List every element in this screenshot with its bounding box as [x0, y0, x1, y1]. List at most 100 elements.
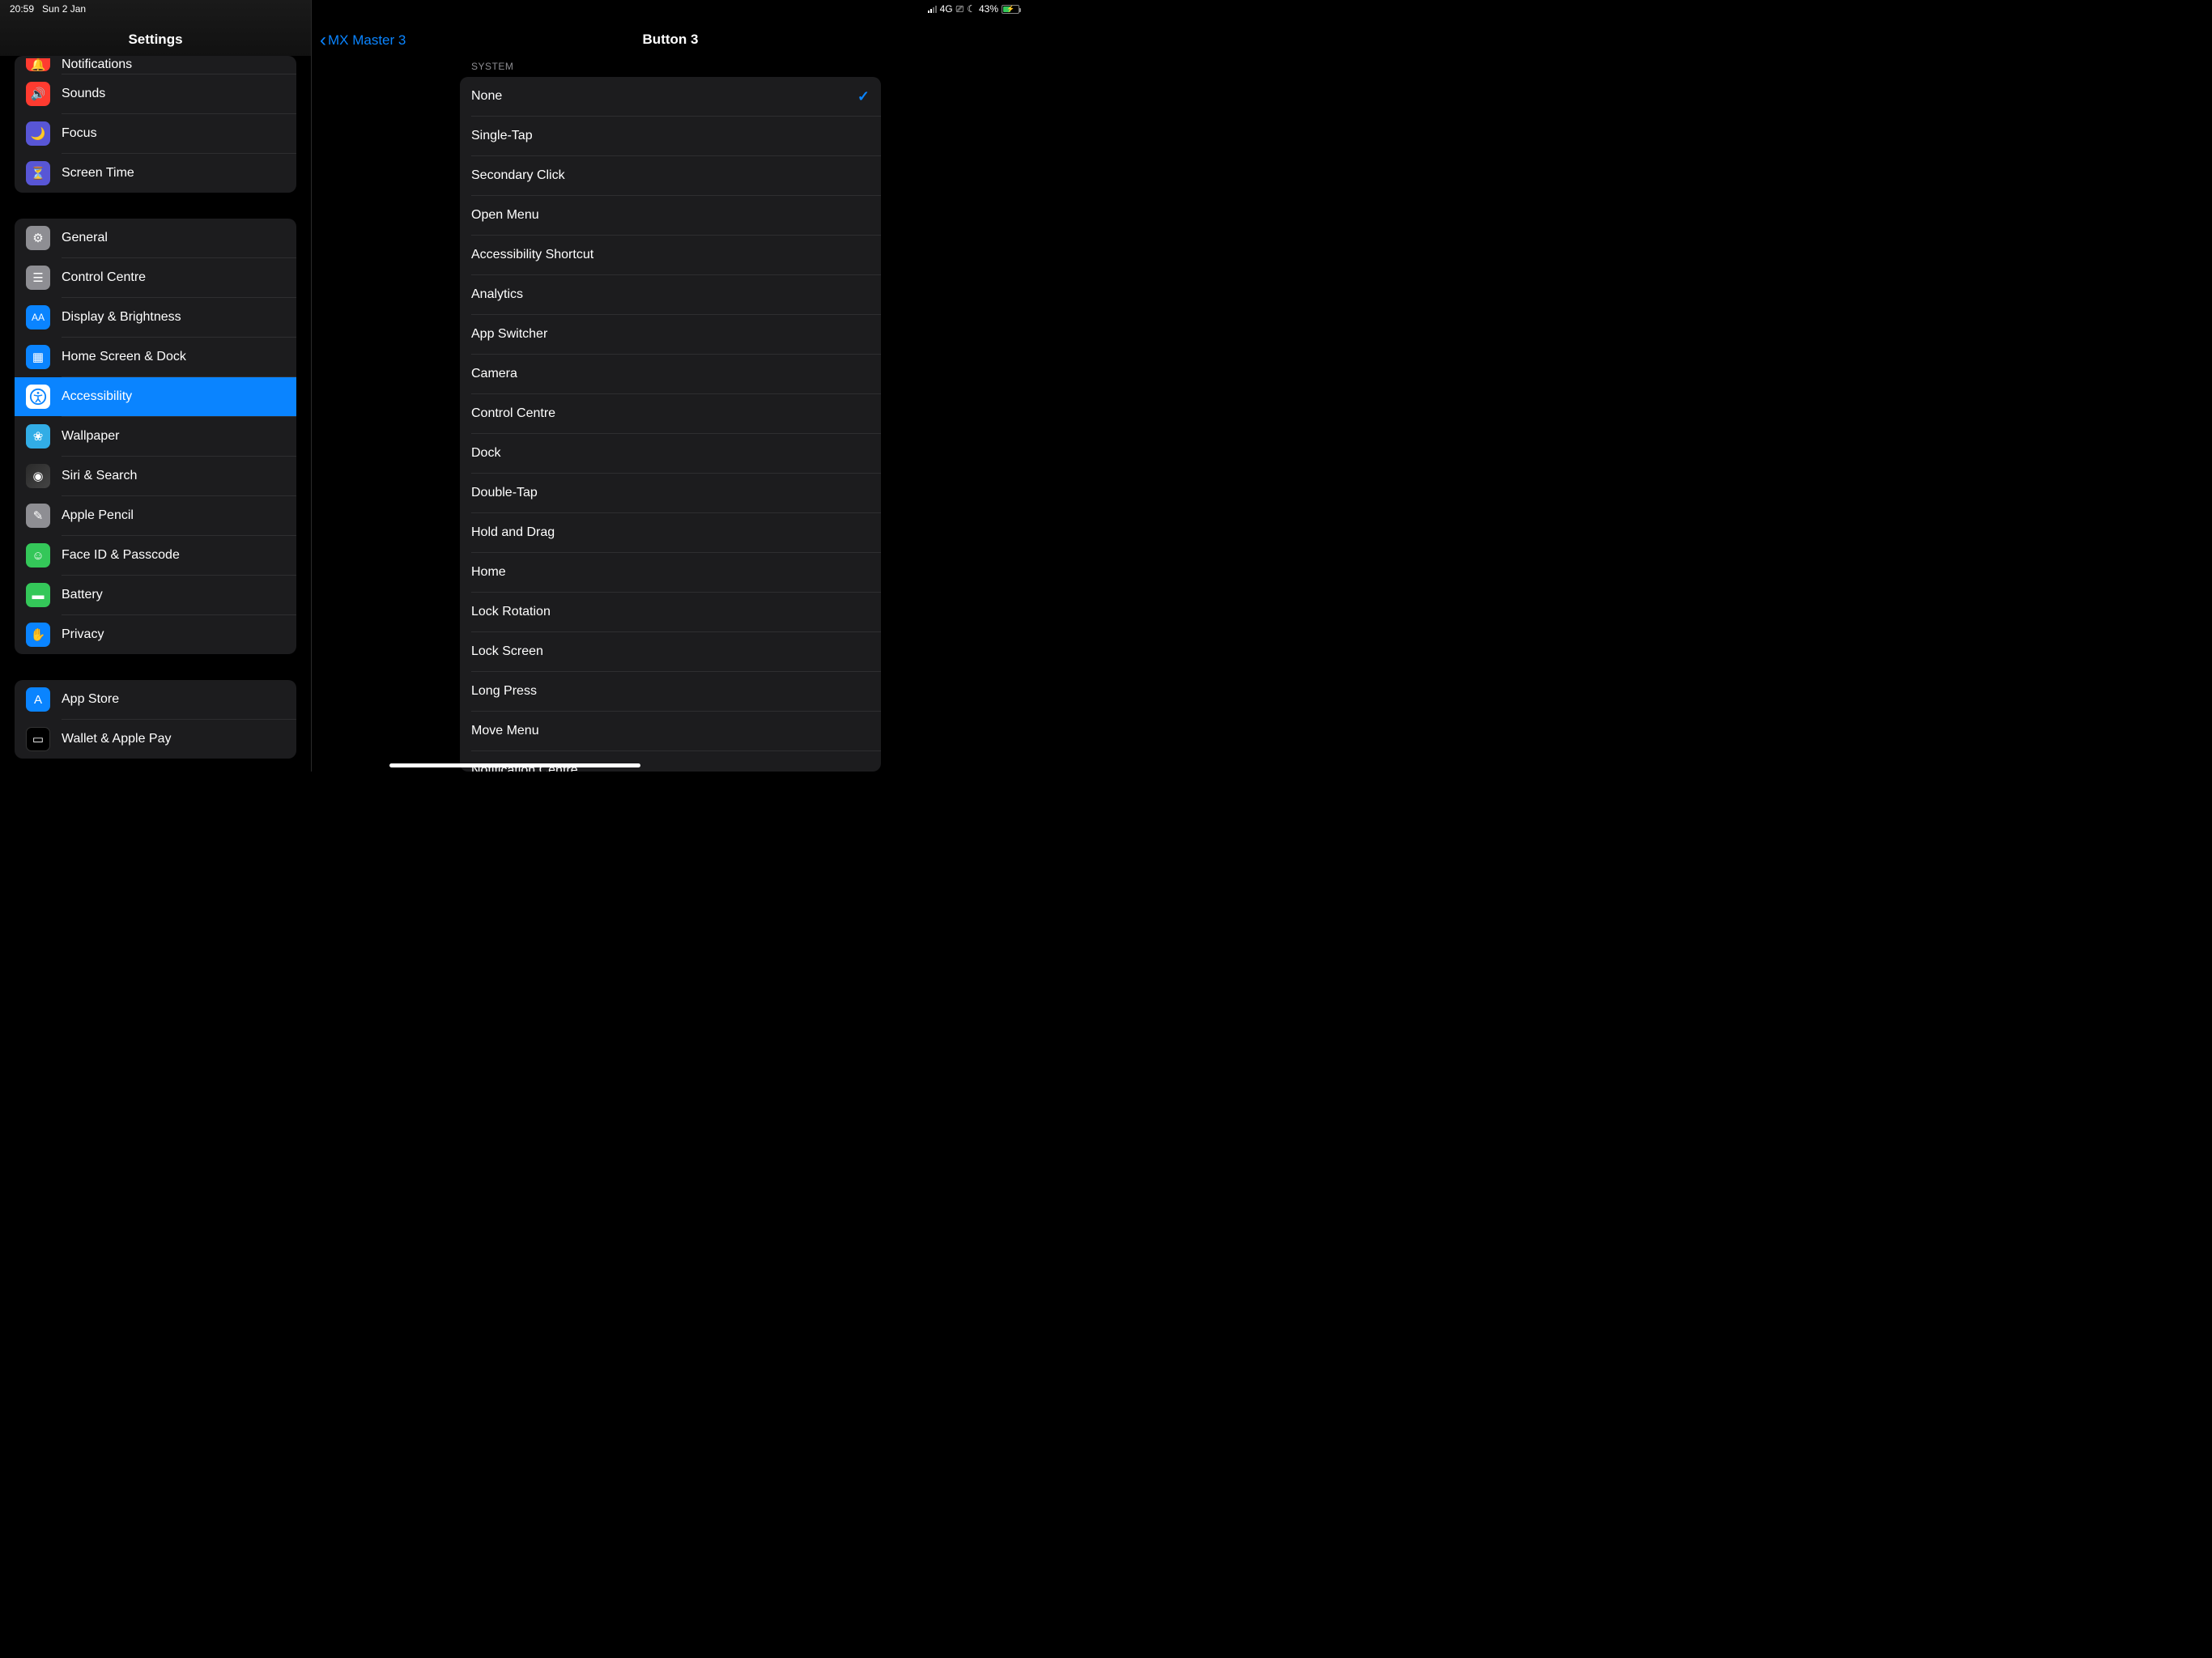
sidebar-item-label: General [62, 231, 108, 245]
option-single-tap[interactable]: Single-Tap [460, 117, 881, 155]
option-label: Double-Tap [471, 486, 538, 500]
section-header: SYSTEM [460, 56, 881, 77]
option-notification-centre[interactable]: Notification Centre [460, 751, 881, 772]
screen-time-icon: ⏳ [26, 161, 50, 185]
sidebar-item-label: Focus [62, 126, 97, 141]
sidebar-item-label: Face ID & Passcode [62, 548, 180, 563]
sidebar-item-label: Battery [62, 588, 103, 602]
sidebar-item-display-brightness[interactable]: AA Display & Brightness [15, 298, 296, 337]
back-button[interactable]: ‹ MX Master 3 [320, 31, 406, 50]
sidebar-item-label: Notifications [62, 57, 132, 72]
sidebar-item-label: Sounds [62, 87, 105, 101]
privacy-icon: ✋ [26, 623, 50, 647]
sidebar-item-label: Apple Pencil [62, 508, 134, 523]
sidebar-item-label: Wallet & Apple Pay [62, 732, 171, 746]
option-lock-screen[interactable]: Lock Screen [460, 632, 881, 671]
option-double-tap[interactable]: Double-Tap [460, 474, 881, 512]
display-icon: AA [26, 305, 50, 329]
option-move-menu[interactable]: Move Menu [460, 712, 881, 750]
sidebar-item-control-centre[interactable]: ☰ Control Centre [15, 258, 296, 297]
pencil-icon: ✎ [26, 504, 50, 528]
wallet-icon: ▭ [26, 727, 50, 751]
back-label: MX Master 3 [328, 32, 406, 49]
general-icon: ⚙︎ [26, 226, 50, 250]
option-accessibility-shortcut[interactable]: Accessibility Shortcut [460, 236, 881, 274]
status-time: 20:59 [10, 3, 34, 15]
sidebar-item-notifications[interactable]: 🔔 Notifications [15, 56, 296, 74]
option-label: Open Menu [471, 208, 539, 223]
option-control-centre[interactable]: Control Centre [460, 394, 881, 433]
sidebar-title: Settings [128, 32, 182, 48]
sidebar-item-screen-time[interactable]: ⏳ Screen Time [15, 154, 296, 193]
options-list: None ✓ Single-Tap Secondary Click Open Menu A… [460, 77, 881, 772]
sidebar-item-label: Home Screen & Dock [62, 350, 186, 364]
detail-title: Button 3 [643, 32, 699, 48]
option-none[interactable]: None ✓ [460, 77, 881, 116]
sidebar-item-focus[interactable]: 🌙 Focus [15, 114, 296, 153]
option-label: Dock [471, 446, 500, 461]
sidebar-item-label: Screen Time [62, 166, 134, 181]
option-label: App Switcher [471, 327, 547, 342]
airplay-icon: ⎚ [956, 3, 964, 15]
signal-icon [928, 5, 937, 13]
option-label: Camera [471, 367, 517, 381]
option-label: None [471, 89, 502, 104]
status-network: 4G [940, 3, 953, 15]
sounds-icon: 🔊 [26, 82, 50, 106]
face-id-icon: ☺︎ [26, 543, 50, 568]
sidebar-item-face-id-passcode[interactable]: ☺︎ Face ID & Passcode [15, 536, 296, 575]
sidebar-item-accessibility[interactable]: Accessibility [15, 377, 296, 416]
home-screen-icon: ▦ [26, 345, 50, 369]
accessibility-icon [26, 385, 50, 409]
sidebar-item-privacy[interactable]: ✋ Privacy [15, 615, 296, 654]
option-camera[interactable]: Camera [460, 355, 881, 393]
option-app-switcher[interactable]: App Switcher [460, 315, 881, 354]
sidebar-item-battery[interactable]: ▬ Battery [15, 576, 296, 614]
option-label: Control Centre [471, 406, 555, 421]
notifications-icon: 🔔 [26, 58, 50, 71]
sidebar-item-label: Control Centre [62, 270, 146, 285]
option-long-press[interactable]: Long Press [460, 672, 881, 711]
option-label: Lock Screen [471, 644, 543, 659]
option-secondary-click[interactable]: Secondary Click [460, 156, 881, 195]
sidebar-item-sounds[interactable]: 🔊 Sounds [15, 74, 296, 113]
sidebar-item-label: Privacy [62, 627, 104, 642]
sidebar-item-app-store[interactable]: A App Store [15, 680, 296, 719]
option-label: Single-Tap [471, 129, 533, 143]
status-battery-pct: 43% [979, 3, 998, 15]
option-lock-rotation[interactable]: Lock Rotation [460, 593, 881, 631]
battery-icon: ▬ [26, 583, 50, 607]
sidebar-item-home-screen-dock[interactable]: ▦ Home Screen & Dock [15, 338, 296, 376]
sidebar-item-general[interactable]: ⚙︎ General [15, 219, 296, 257]
option-label: Secondary Click [471, 168, 565, 183]
option-label: Hold and Drag [471, 525, 555, 540]
option-label: Accessibility Shortcut [471, 248, 593, 262]
checkmark-icon: ✓ [857, 88, 870, 105]
detail-pane: ‹ MX Master 3 Button 3 SYSTEM None ✓ Singl… [312, 0, 1029, 772]
sidebar-item-label: App Store [62, 692, 119, 707]
option-home[interactable]: Home [460, 553, 881, 592]
siri-icon: ◉ [26, 464, 50, 488]
option-label: Home [471, 565, 506, 580]
focus-icon: 🌙 [26, 121, 50, 146]
app-store-icon: A [26, 687, 50, 712]
home-indicator[interactable] [389, 763, 640, 767]
option-hold-and-drag[interactable]: Hold and Drag [460, 513, 881, 552]
option-open-menu[interactable]: Open Menu [460, 196, 881, 235]
sidebar-item-label: Siri & Search [62, 469, 137, 483]
option-label: Long Press [471, 684, 537, 699]
sidebar-item-wallpaper[interactable]: ❀Wallpaper [15, 417, 296, 456]
sidebar-item-siri-search[interactable]: ◉ Siri & Search [15, 457, 296, 495]
sidebar-item-label: Display & Brightness [62, 310, 181, 325]
status-date: Sun 2 Jan [42, 3, 86, 15]
option-label: Lock Rotation [471, 605, 551, 619]
option-analytics[interactable]: Analytics [460, 275, 881, 314]
status-bar: 20:59 Sun 2 Jan 4G ⎚ ☾ 43% ⚡ [0, 0, 1029, 18]
wallpaper-icon: ❀ [26, 424, 50, 449]
control-centre-icon: ☰ [26, 266, 50, 290]
sidebar-item-apple-pencil[interactable]: ✎ Apple Pencil [15, 496, 296, 535]
option-dock[interactable]: Dock [460, 434, 881, 473]
sidebar-item-label: Accessibility [62, 389, 132, 404]
chevron-left-icon: ‹ [320, 31, 326, 50]
sidebar-item-wallet-apple-pay[interactable]: ▭ Wallet & Apple Pay [15, 720, 296, 759]
